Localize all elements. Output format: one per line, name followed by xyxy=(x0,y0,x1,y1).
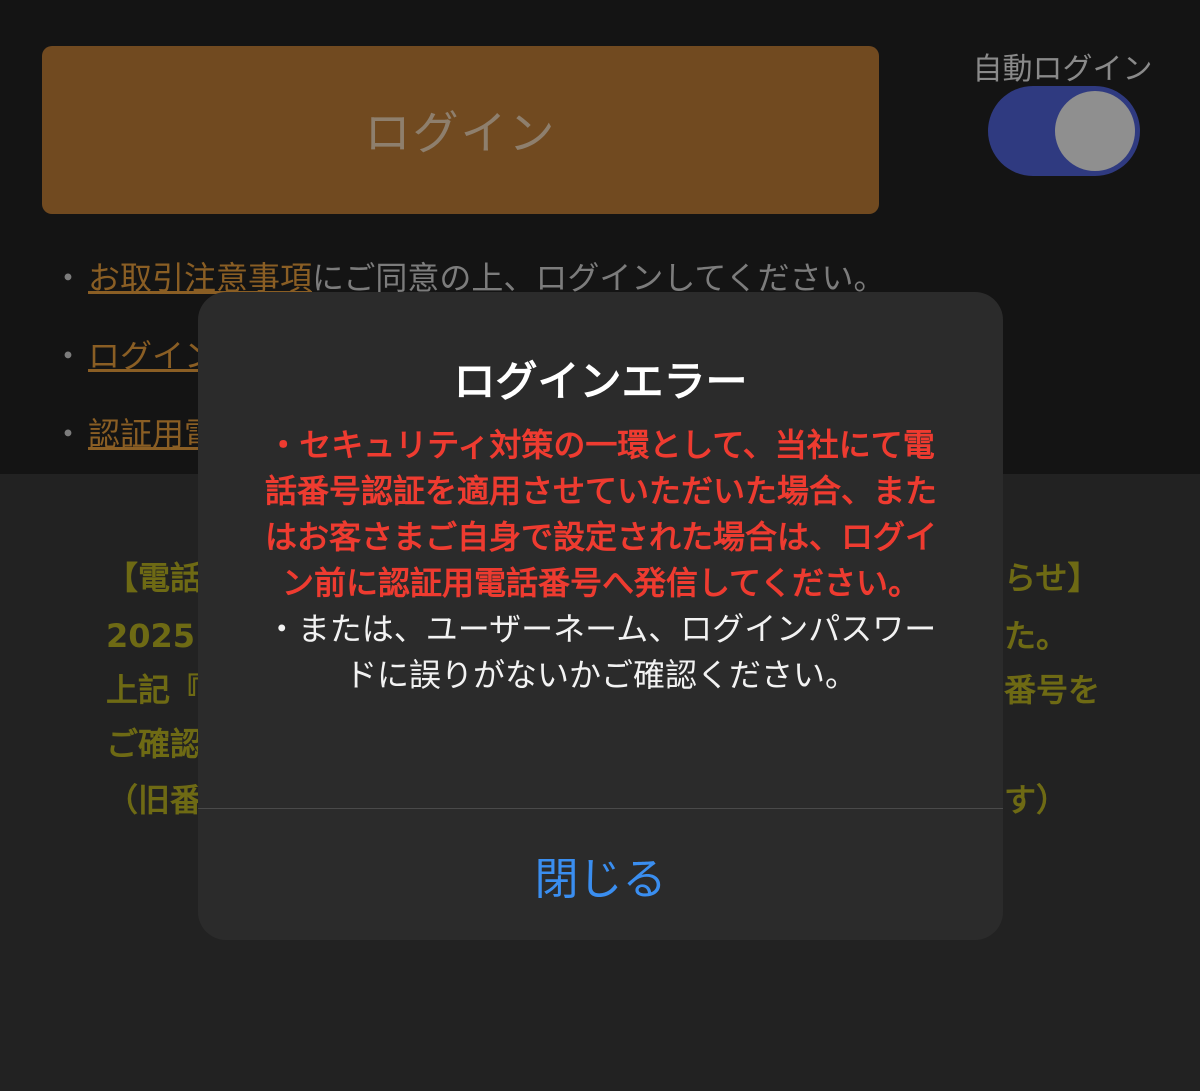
dialog-message-security: ・セキュリティ対策の一環として、当社にて電話番号認証を適用させていただいた場合、… xyxy=(264,426,937,602)
login-error-dialog: ログインエラー ・セキュリティ対策の一環として、当社にて電話番号認証を適用させて… xyxy=(198,292,1003,940)
dialog-message-credentials: ・または、ユーザーネーム、ログインパスワードに誤りがないかご確認ください。 xyxy=(265,610,937,694)
screen: ログイン 自動ログイン ・お取引注意事項にご同意の上、ログインしてください。 ・… xyxy=(0,0,1200,1091)
dialog-title: ログインエラー xyxy=(453,357,748,406)
close-button[interactable]: 閉じる xyxy=(198,809,1003,940)
dialog-message: ・セキュリティ対策の一環として、当社にて電話番号認証を適用させていただいた場合、… xyxy=(256,422,946,698)
